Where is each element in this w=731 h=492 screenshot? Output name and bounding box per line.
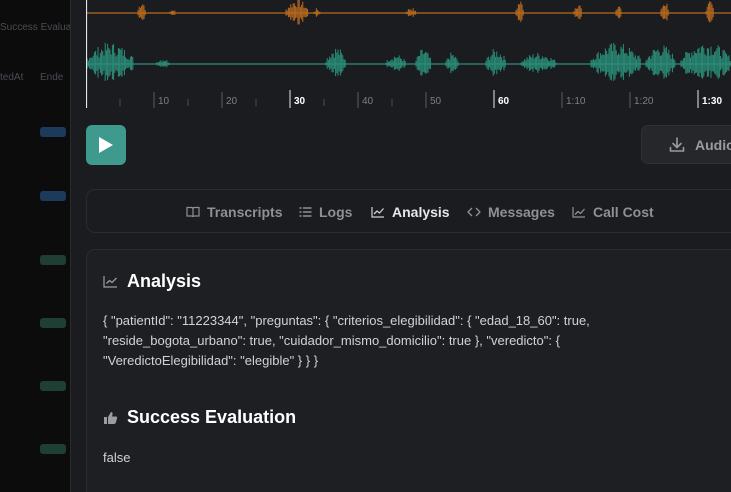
code-icon	[467, 207, 481, 217]
play-icon	[99, 137, 113, 153]
timeline-label: 1:20	[634, 96, 654, 107]
timeline-label: 60	[498, 96, 510, 107]
success-evaluation-value: false	[103, 450, 131, 465]
book-icon	[186, 206, 200, 218]
success-evaluation-title: Success Evaluation	[127, 407, 297, 427]
audio-waveform[interactable]	[86, 0, 731, 110]
timeline-label: 30	[294, 96, 306, 107]
background-badge	[40, 318, 66, 328]
background-badge	[40, 255, 66, 265]
chart-icon	[103, 276, 117, 288]
analysis-json-output: { "patientId": "11223344", "preguntas": …	[103, 313, 590, 368]
background-badge	[40, 127, 66, 137]
background-column-header: Ende	[40, 72, 64, 83]
tab-label: Call Cost	[593, 204, 654, 220]
analysis-heading: Analysis	[103, 271, 201, 292]
download-audio-label: Audio	[695, 136, 731, 153]
waveform-canvas[interactable]	[86, 0, 731, 110]
timeline-label: 50	[430, 96, 442, 107]
tab-label: Transcripts	[207, 204, 283, 220]
timeline-label: 10	[158, 96, 170, 107]
list-icon	[299, 207, 312, 217]
detail-tabs: Transcripts Logs Analysis Messages Call …	[86, 189, 731, 233]
download-icon	[669, 136, 685, 152]
tab-call-cost[interactable]: Call Cost	[572, 190, 654, 234]
tab-messages[interactable]: Messages	[467, 190, 555, 234]
timeline-label: 1:10	[566, 96, 586, 107]
background-column-header: Success Evaluat	[0, 22, 70, 33]
tab-label: Analysis	[392, 204, 450, 220]
timeline-label: 20	[226, 96, 238, 107]
background-overlay: Success Evaluat tedAt Ende	[0, 0, 70, 492]
download-audio-button[interactable]: Audio	[641, 125, 731, 164]
chart-icon	[371, 207, 384, 218]
timeline-label: 1:30	[702, 96, 723, 107]
tab-label: Logs	[319, 204, 353, 220]
background-badge	[40, 191, 66, 201]
analysis-title: Analysis	[127, 271, 202, 291]
analysis-card: Analysis { "patientId": "11223344", "pre…	[86, 249, 731, 492]
cost-chart-icon	[572, 207, 585, 218]
play-button[interactable]	[86, 125, 126, 165]
tab-analysis[interactable]: Analysis	[371, 190, 450, 234]
tab-logs[interactable]: Logs	[299, 190, 352, 234]
tab-label: Messages	[488, 204, 555, 220]
timeline-label: 40	[362, 96, 374, 107]
success-evaluation-heading: Success Evaluation	[103, 407, 296, 428]
background-column-header: tedAt	[0, 72, 24, 83]
thumbs-up-icon	[104, 411, 118, 424]
tab-transcripts[interactable]: Transcripts	[186, 190, 282, 234]
background-badge	[40, 444, 66, 454]
background-badge	[40, 381, 66, 391]
